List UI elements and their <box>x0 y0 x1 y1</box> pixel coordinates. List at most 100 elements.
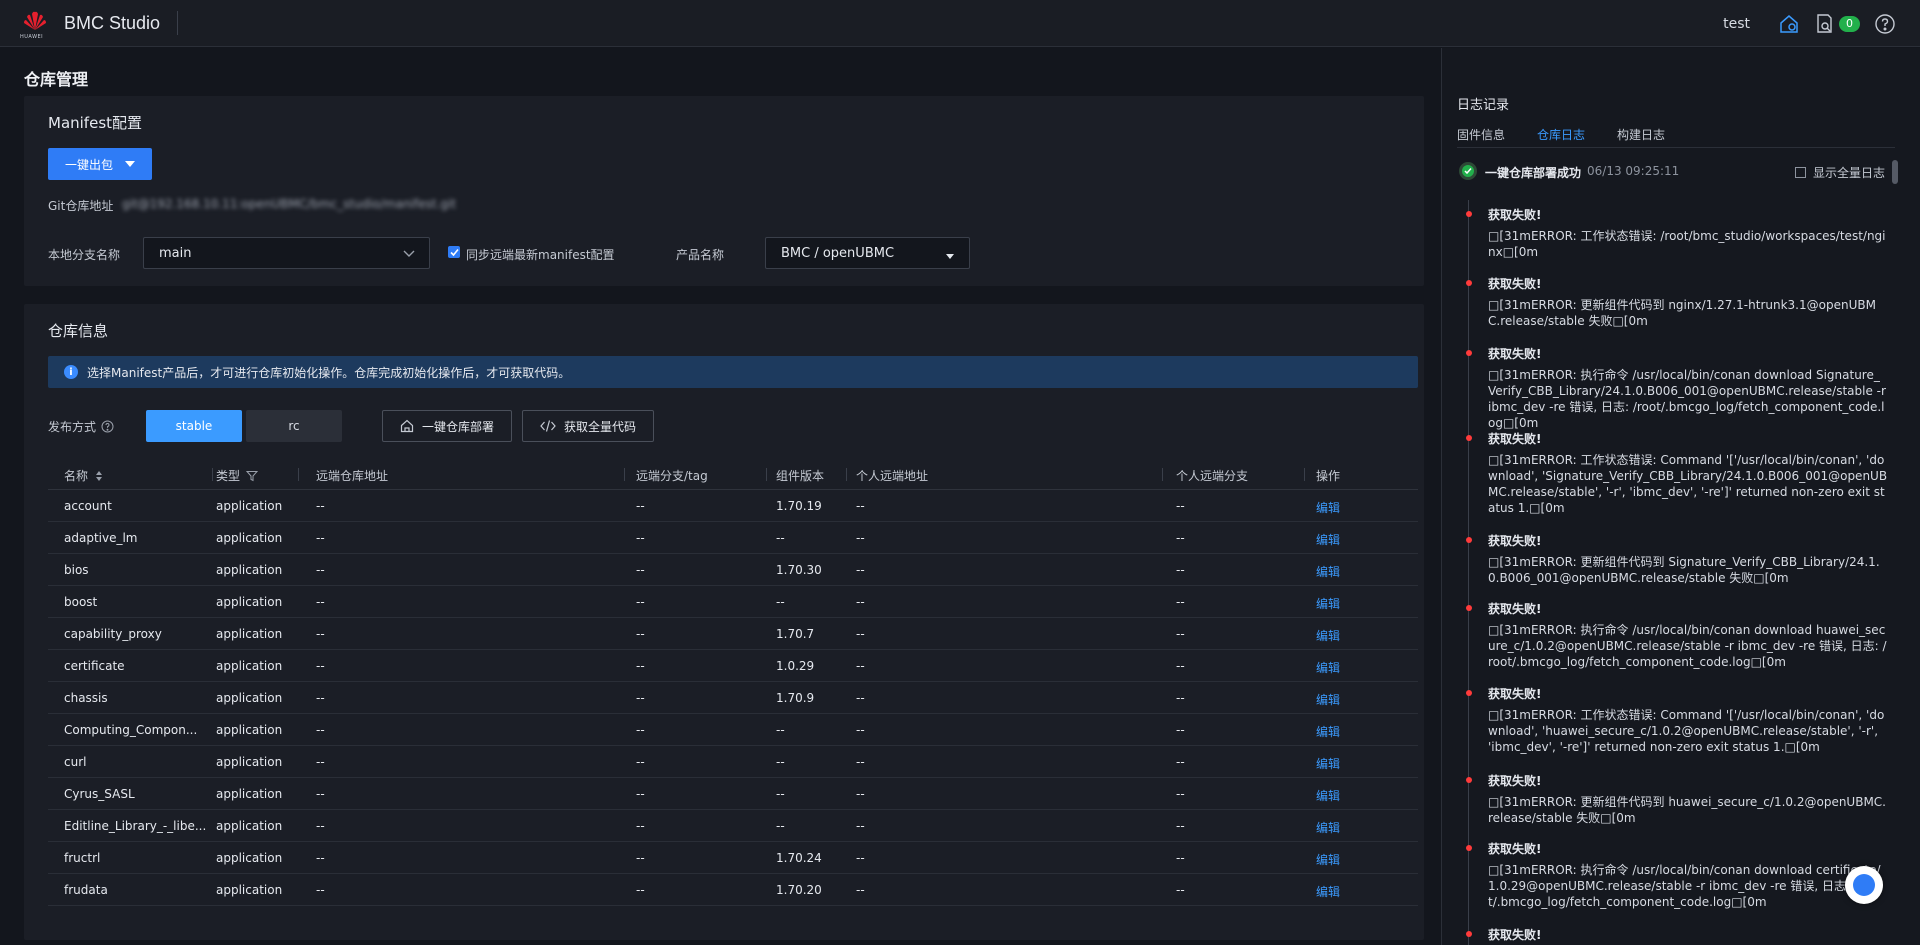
cell-type: application <box>216 627 283 641</box>
success-icon <box>1459 162 1477 180</box>
cell-name: bios <box>64 563 89 577</box>
edit-link[interactable]: 编辑 <box>1316 627 1340 644</box>
user-name[interactable]: test <box>1723 16 1750 32</box>
edit-link[interactable]: 编辑 <box>1316 755 1340 772</box>
error-dot-icon <box>1466 280 1472 286</box>
log-panel-title: 日志记录 <box>1457 98 1510 113</box>
sync-label: 同步远端最新manifest配置 <box>466 248 615 262</box>
edit-link[interactable]: 编辑 <box>1316 787 1340 804</box>
cell-pbranch: -- <box>1176 851 1185 865</box>
app-title: BMC Studio <box>64 12 161 33</box>
col-version: 组件版本 <box>776 469 825 483</box>
cell-version: -- <box>776 755 785 769</box>
cell-name: fructrl <box>64 851 101 865</box>
cell-branch: -- <box>636 531 645 545</box>
info-icon: i <box>64 365 78 379</box>
cell-pbranch: -- <box>1176 819 1185 833</box>
huawei-logo: HUAWEI <box>20 10 48 40</box>
col-separator <box>212 468 213 481</box>
cell-personal: -- <box>856 787 865 801</box>
notification-badge[interactable]: 0 <box>1839 15 1860 32</box>
log-search-icon[interactable] <box>1814 13 1836 35</box>
cell-pbranch: -- <box>1176 531 1185 545</box>
cell-branch: -- <box>636 627 645 641</box>
edit-link[interactable]: 编辑 <box>1316 499 1340 516</box>
cell-branch: -- <box>636 595 645 609</box>
branch-select[interactable]: main <box>143 237 430 269</box>
cell-personal: -- <box>856 723 865 737</box>
log-message: □[31mERROR: 更新组件代码到 nginx/1.27.1-htrunk3… <box>1488 298 1876 328</box>
col-name[interactable]: 名称 <box>64 467 104 484</box>
edit-link[interactable]: 编辑 <box>1316 691 1340 708</box>
cell-version: -- <box>776 819 785 833</box>
tab-repo-log[interactable]: 仓库日志 <box>1537 126 1585 143</box>
cell-remote: -- <box>316 787 325 801</box>
home-icon <box>400 419 414 433</box>
col-separator <box>766 468 767 481</box>
log-message: □[31mERROR: 工作状态错误: /root/bmc_studio/wor… <box>1488 229 1886 259</box>
edit-link[interactable]: 编辑 <box>1316 531 1340 548</box>
cell-name: boost <box>64 595 98 609</box>
cell-type: application <box>216 819 283 833</box>
cell-personal: -- <box>856 531 865 545</box>
manifest-title: Manifest配置 <box>48 114 143 132</box>
col-name-label: 名称 <box>64 469 89 483</box>
cell-pbranch: -- <box>1176 595 1185 609</box>
assistant-button[interactable] <box>1845 866 1883 904</box>
cell-name: Editline_Library_-_libe... <box>64 819 207 833</box>
deploy-button[interactable]: 一键仓库部署 <box>382 410 512 442</box>
edit-link[interactable]: 编辑 <box>1316 819 1340 836</box>
cell-type: application <box>216 755 283 769</box>
cell-personal: -- <box>856 499 865 513</box>
log-title: 获取失败! <box>1488 534 1542 548</box>
cell-remote: -- <box>316 659 325 673</box>
show-all-label: 显示全量日志 <box>1812 166 1885 180</box>
cell-pbranch: -- <box>1176 563 1185 577</box>
cell-remote: -- <box>316 627 325 641</box>
table-row: account application -- -- 1.70.19 -- -- 编辑 <box>48 490 1418 522</box>
col-remote: 远端仓库地址 <box>316 469 389 483</box>
cell-remote: -- <box>316 531 325 545</box>
product-select[interactable]: BMC / openUBMC <box>765 237 970 269</box>
cell-branch: -- <box>636 883 645 897</box>
caret-down-icon <box>125 161 135 167</box>
cell-name: certificate <box>64 659 125 673</box>
edit-link[interactable]: 编辑 <box>1316 883 1340 900</box>
help-icon[interactable] <box>1874 13 1896 35</box>
log-scrollbar[interactable] <box>1892 160 1898 184</box>
cell-remote: -- <box>316 499 325 513</box>
cell-name: account <box>64 499 112 513</box>
col-type[interactable]: 类型 <box>216 467 259 484</box>
tab-build-log[interactable]: 构建日志 <box>1617 126 1665 143</box>
manifest-card: Manifest配置 一键出包 Git仓库地址 git@192.168.10.1… <box>24 96 1424 286</box>
cell-personal: -- <box>856 819 865 833</box>
table-header: 名称 类型 远端仓库地址 远端分支/tag 组件版本 个人远端地址 个人远端分支 <box>48 458 1418 490</box>
cell-type: application <box>216 499 283 513</box>
edit-link[interactable]: 编辑 <box>1316 659 1340 676</box>
edit-link[interactable]: 编辑 <box>1316 851 1340 868</box>
sync-checkbox[interactable] <box>448 246 460 258</box>
pack-button[interactable]: 一键出包 <box>48 148 152 180</box>
cell-name: Cyrus_SASL <box>64 787 135 801</box>
cell-type: application <box>216 531 283 545</box>
seg-rc[interactable]: rc <box>246 410 342 442</box>
cell-branch: -- <box>636 723 645 737</box>
show-all-checkbox[interactable]: 显示全量日志 <box>1794 164 1885 181</box>
cell-name: adaptive_lm <box>64 531 138 545</box>
tab-firmware[interactable]: 固件信息 <box>1457 126 1505 143</box>
fetch-code-button[interactable]: 获取全量代码 <box>522 410 654 442</box>
edit-link[interactable]: 编辑 <box>1316 723 1340 740</box>
brand-text: HUAWEI <box>20 34 44 40</box>
table-row: boost application -- -- -- -- -- 编辑 <box>48 586 1418 618</box>
log-head: 一键仓库部署成功 06/13 09:25:11 显示全量日志 <box>1457 162 1897 184</box>
edit-link[interactable]: 编辑 <box>1316 563 1340 580</box>
log-message: □[31mERROR: 工作状态错误: Command '['/usr/loca… <box>1488 453 1888 515</box>
seg-stable[interactable]: stable <box>146 410 242 442</box>
log-title: 获取失败! <box>1488 687 1542 701</box>
log-head-time: 06/13 09:25:11 <box>1587 164 1680 178</box>
home-settings-icon[interactable] <box>1778 13 1800 35</box>
cell-name: curl <box>64 755 87 769</box>
edit-link[interactable]: 编辑 <box>1316 595 1340 612</box>
cell-personal: -- <box>856 563 865 577</box>
table-row: frudata application -- -- 1.70.20 -- -- 编辑 <box>48 874 1418 906</box>
